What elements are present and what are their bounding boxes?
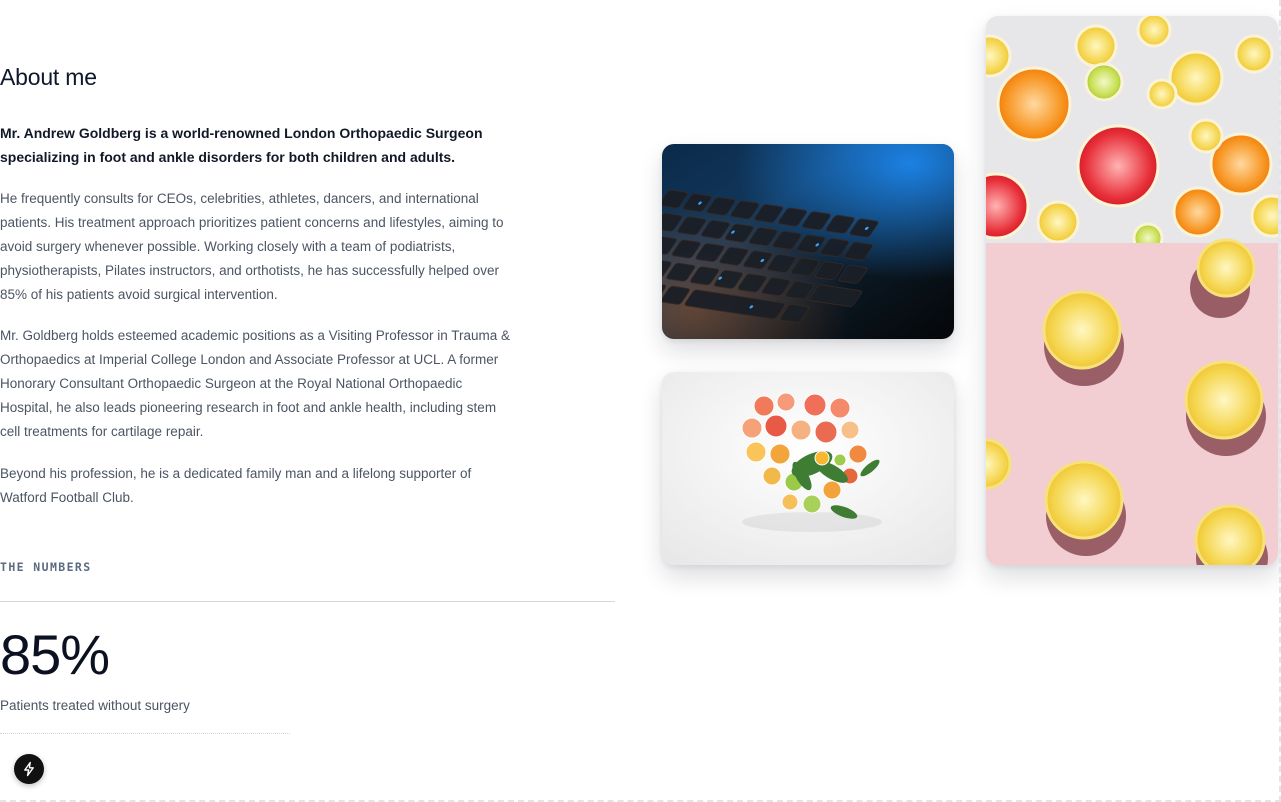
stat-underline <box>0 733 290 734</box>
about-paragraph-academic: Mr. Goldberg holds esteemed academic pos… <box>0 328 511 439</box>
lightning-bolt-button[interactable] <box>14 754 44 784</box>
numbers-divider <box>0 601 615 602</box>
citrus-slices-image <box>986 16 1278 565</box>
stat-value: 85% <box>0 623 110 686</box>
about-paragraph-personal: Beyond his profession, he is a dedicated… <box>0 466 472 505</box>
stat-label: Patients treated without surgery <box>0 698 190 713</box>
about-lead: Mr. Andrew Goldberg is a world-renowned … <box>0 125 483 165</box>
about-page: About me Mr. Andrew Goldberg is a world-… <box>0 0 1281 802</box>
about-heading: About me <box>0 64 97 90</box>
fruit-arrangement-image <box>662 372 954 565</box>
about-paragraph-consults: He frequently consults for CEOs, celebri… <box>0 191 504 302</box>
numbers-section-label: THE NUMBERS <box>0 560 92 574</box>
keyboard-image <box>662 144 954 339</box>
lightning-bolt-icon <box>24 761 34 777</box>
